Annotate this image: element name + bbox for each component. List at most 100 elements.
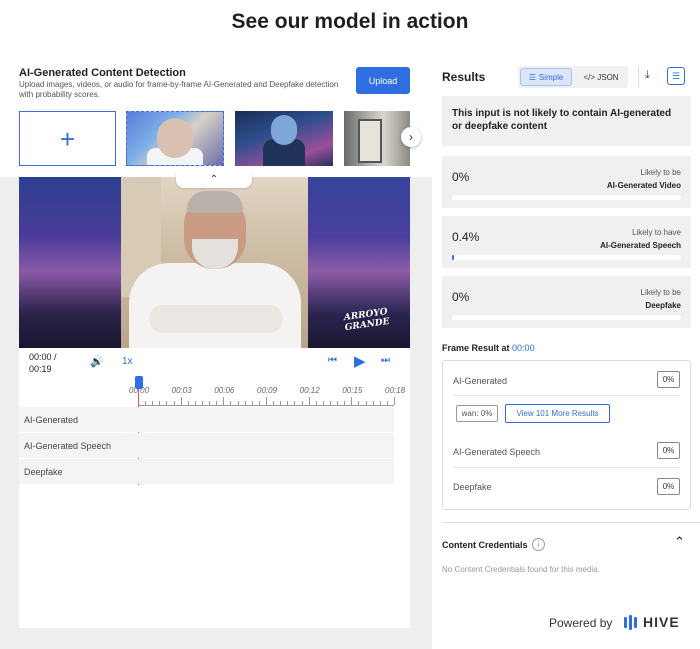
chevron-right-icon: › bbox=[409, 130, 413, 144]
score-card-ai-speech: 0.4% Likely to have AI-Generated Speech bbox=[442, 216, 691, 268]
frame-label-ai-generated: AI-Generated bbox=[453, 376, 508, 386]
detection-title: AI-Generated Content Detection bbox=[19, 67, 186, 79]
timeline-tick bbox=[372, 401, 374, 405]
timeline-tick bbox=[351, 397, 353, 405]
toolbar-divider bbox=[638, 66, 639, 88]
score-bar bbox=[452, 255, 681, 260]
timeline-tick bbox=[202, 401, 203, 405]
skip-back-icon[interactable]: ⏮ bbox=[328, 355, 337, 366]
upload-button[interactable]: Upload bbox=[356, 67, 410, 94]
score-bar bbox=[452, 195, 681, 200]
timeline-tick bbox=[394, 397, 395, 405]
plus-icon: + bbox=[59, 123, 76, 154]
score-card-deepfake: 0% Likely to be Deepfake bbox=[442, 276, 691, 328]
page-headline: See our model in action bbox=[231, 10, 469, 33]
timeline-tick bbox=[187, 401, 189, 405]
download-icon[interactable]: ⤓ bbox=[645, 69, 650, 82]
frame-divider bbox=[453, 467, 680, 468]
timeline-ruler[interactable] bbox=[138, 397, 395, 406]
chevron-up-icon[interactable]: ⌃ bbox=[674, 534, 685, 550]
score-label: Likely to be AI-Generated Video bbox=[606, 168, 681, 190]
timeline-tick-label: 00:06 bbox=[214, 386, 235, 395]
powered-by-text: Powered by bbox=[549, 616, 613, 630]
timeline-tick bbox=[322, 401, 324, 405]
frame-value-deepfake: 0% bbox=[657, 478, 680, 495]
score-card-ai-video: 0% Likely to be AI-Generated Video bbox=[442, 156, 691, 208]
frame-label-ai-speech: AI-Generated Speech bbox=[453, 447, 541, 457]
playback-time: 00:00 / 00:19 bbox=[29, 352, 57, 374]
play-icon[interactable]: ▶ bbox=[354, 352, 366, 370]
timeline-tick bbox=[251, 401, 253, 405]
volume-icon[interactable]: 🔊 bbox=[90, 355, 104, 368]
timeline-tick-label: 00:09 bbox=[257, 386, 278, 395]
frame-value-ai-speech: 0% bbox=[657, 442, 680, 459]
timeline-tick bbox=[301, 401, 303, 405]
frame-result-title: Frame Result at 00:00 bbox=[442, 343, 535, 353]
timeline-tick bbox=[287, 401, 289, 405]
timeline-tick bbox=[159, 401, 161, 405]
timeline-tick bbox=[173, 401, 175, 405]
frame-divider bbox=[453, 395, 680, 396]
timeline-tick bbox=[237, 401, 239, 405]
timeline-tick bbox=[145, 401, 147, 405]
timeline-tick bbox=[315, 401, 317, 405]
timeline-tick-label: 00:03 bbox=[171, 386, 192, 395]
chevron-up-icon: ⌃ bbox=[209, 173, 219, 185]
toggle-json-button[interactable]: </> JSON bbox=[576, 68, 626, 86]
timeline-track-ai-generated: AI-Generated bbox=[19, 407, 394, 432]
timeline-tick bbox=[209, 401, 211, 405]
timeline-tick bbox=[166, 401, 168, 405]
toggle-simple-button[interactable]: ☰ Simple bbox=[520, 68, 572, 86]
list-view-icon: ☰ bbox=[528, 72, 536, 82]
timeline-tick bbox=[258, 401, 260, 405]
timeline-track-deepfake: Deepfake bbox=[19, 459, 394, 484]
credentials-title: Content Credentials bbox=[442, 540, 528, 550]
sample-thumbnail-video[interactable] bbox=[126, 111, 224, 166]
timeline-tick bbox=[379, 401, 381, 405]
timeline-tick bbox=[266, 397, 267, 405]
timeline-tick bbox=[308, 397, 310, 405]
score-label: Likely to be Deepfake bbox=[640, 288, 681, 310]
sample-thumbnail-image[interactable] bbox=[235, 111, 333, 166]
credentials-divider bbox=[442, 522, 700, 523]
results-title: Results bbox=[442, 70, 486, 84]
model-chip: wan: 0% bbox=[456, 405, 498, 422]
playback-speed[interactable]: 1x bbox=[122, 356, 133, 367]
timeline-tick bbox=[230, 401, 232, 405]
hive-brand: HIVE bbox=[643, 614, 680, 630]
carousel-next-button[interactable]: › bbox=[401, 127, 421, 147]
timeline-tick-label: 00:18 bbox=[385, 386, 406, 395]
view-more-results-button[interactable]: View 101 More Results bbox=[505, 404, 610, 423]
timeline-tick bbox=[223, 397, 225, 405]
frame-value-ai-generated: 0% bbox=[657, 371, 680, 388]
timeline-tick bbox=[358, 401, 360, 405]
skip-forward-icon[interactable]: ⏭ bbox=[381, 355, 390, 366]
score-value: 0.4% bbox=[452, 230, 480, 244]
score-value: 0% bbox=[452, 290, 470, 304]
timeline-tick bbox=[294, 401, 296, 405]
score-bar bbox=[452, 315, 681, 320]
checklist-icon[interactable]: ☰ bbox=[667, 67, 685, 85]
timeline-tick bbox=[273, 401, 275, 405]
info-icon[interactable]: i bbox=[532, 538, 545, 551]
timeline-tick bbox=[344, 401, 346, 405]
timeline-tick bbox=[330, 401, 331, 405]
timeline-tick-label: 00:12 bbox=[299, 386, 320, 395]
frame-label-deepfake: Deepfake bbox=[453, 482, 492, 492]
sample-thumbnail-room[interactable] bbox=[344, 111, 410, 166]
hive-logo-icon bbox=[624, 615, 638, 630]
collapse-thumbnails-button[interactable]: ⌃ bbox=[176, 170, 252, 188]
timeline-tick bbox=[337, 401, 339, 405]
score-value: 0% bbox=[452, 170, 470, 184]
player-controls bbox=[19, 348, 410, 376]
results-summary: This input is not likely to contain AI-g… bbox=[442, 96, 691, 146]
timeline-tick-label: 00:15 bbox=[342, 386, 363, 395]
timeline-tick bbox=[365, 401, 367, 405]
timeline-tick bbox=[180, 397, 182, 405]
timeline-tick bbox=[280, 401, 282, 405]
timeline-tick bbox=[244, 401, 246, 405]
playhead-handle[interactable] bbox=[135, 376, 143, 389]
add-media-button[interactable]: + bbox=[19, 111, 116, 166]
timeline-tick bbox=[216, 401, 218, 405]
video-player[interactable]: ARROYO GRANDE bbox=[19, 177, 410, 348]
